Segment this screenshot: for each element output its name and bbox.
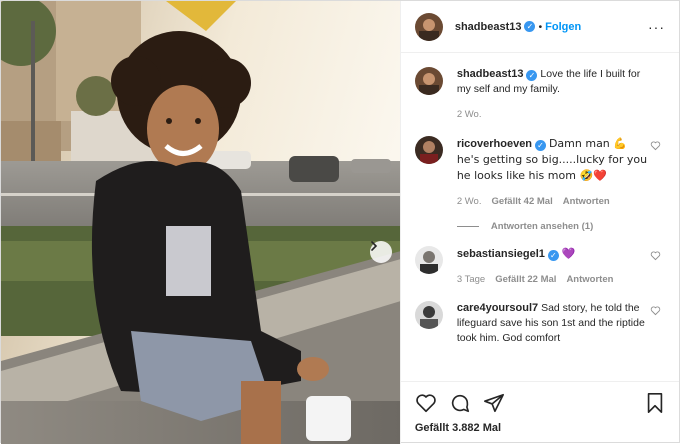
view-replies-label: Antworten ansehen (1): [490, 221, 594, 232]
comment-time[interactable]: 2 Wo.: [457, 194, 482, 209]
caption-username[interactable]: shadbeast13: [457, 68, 524, 80]
comment-username[interactable]: sebastiansiegel1: [457, 248, 545, 260]
heart-icon[interactable]: [650, 250, 661, 261]
comment-button[interactable]: [449, 392, 471, 414]
reply-button[interactable]: Antworten: [566, 272, 613, 287]
post-likes-count[interactable]: Gefällt 3.882 Mal: [415, 422, 665, 434]
verified-badge-icon: ✓: [535, 140, 547, 151]
instagram-post: shadbeast13 ✓ • Folgen ··· shadbeast13 ✓ …: [0, 0, 680, 444]
chevron-right-icon: [371, 241, 378, 251]
bookmark-icon: [647, 393, 663, 413]
post-footer: Gefällt 3.882 Mal: [400, 381, 679, 444]
author-info: shadbeast13 ✓ • Folgen: [455, 21, 581, 33]
heart-icon: [416, 394, 436, 413]
comments-list[interactable]: shadbeast13 ✓ Love the life I built for m…: [401, 53, 679, 381]
author-avatar[interactable]: [414, 12, 443, 41]
caption-time[interactable]: 2 Wo.: [457, 107, 482, 122]
comment-item: care4yoursoul7 Sad story, he told the li…: [414, 301, 665, 346]
comment-text: 💜: [561, 247, 576, 260]
verified-badge-icon: ✓: [524, 21, 536, 32]
replies-divider: [456, 226, 479, 227]
like-button[interactable]: [415, 392, 437, 414]
more-options-button[interactable]: ···: [648, 19, 665, 35]
post-side-panel: shadbeast13 ✓ • Folgen ··· shadbeast13 ✓ …: [399, 1, 679, 444]
reply-button[interactable]: Antworten: [563, 194, 610, 209]
comment-likes[interactable]: Gefällt 42 Mal: [491, 194, 552, 209]
caption: shadbeast13 ✓ Love the life I built for m…: [414, 67, 665, 122]
follow-button[interactable]: Folgen: [545, 21, 581, 33]
comment-item: ricoverhoeven ✓ Damn man 💪 he's getting s…: [414, 136, 665, 209]
post-photo[interactable]: [1, 1, 400, 444]
photo-illustration: [1, 1, 400, 444]
share-button[interactable]: [483, 392, 505, 414]
comment-username[interactable]: ricoverhoeven: [457, 138, 532, 150]
heart-icon[interactable]: [650, 305, 661, 316]
comment-avatar[interactable]: [414, 246, 443, 274]
caption-avatar[interactable]: [414, 67, 443, 95]
verified-badge-icon: ✓: [547, 250, 559, 261]
comment-username[interactable]: care4yoursoul7: [457, 302, 538, 314]
view-replies-toggle[interactable]: Antworten ansehen (1): [456, 221, 665, 232]
comment-avatar[interactable]: [414, 301, 443, 329]
verified-badge-icon: ✓: [526, 70, 538, 81]
comment-item: sebastiansiegel1 ✓ 💜 3 Tage Gefällt 22 Ma…: [414, 246, 665, 287]
next-photo-button[interactable]: [370, 241, 392, 263]
save-button[interactable]: [645, 392, 665, 414]
share-icon: [483, 393, 504, 413]
comment-likes[interactable]: Gefällt 22 Mal: [495, 272, 556, 287]
action-bar: [415, 390, 665, 416]
comment-icon: [451, 394, 469, 413]
separator-dot: •: [538, 20, 543, 33]
post-header: shadbeast13 ✓ • Folgen ···: [400, 1, 679, 53]
author-username[interactable]: shadbeast13: [455, 21, 522, 33]
heart-icon[interactable]: [650, 140, 661, 151]
comment-avatar[interactable]: [414, 136, 443, 164]
comment-time[interactable]: 3 Tage: [457, 272, 485, 287]
